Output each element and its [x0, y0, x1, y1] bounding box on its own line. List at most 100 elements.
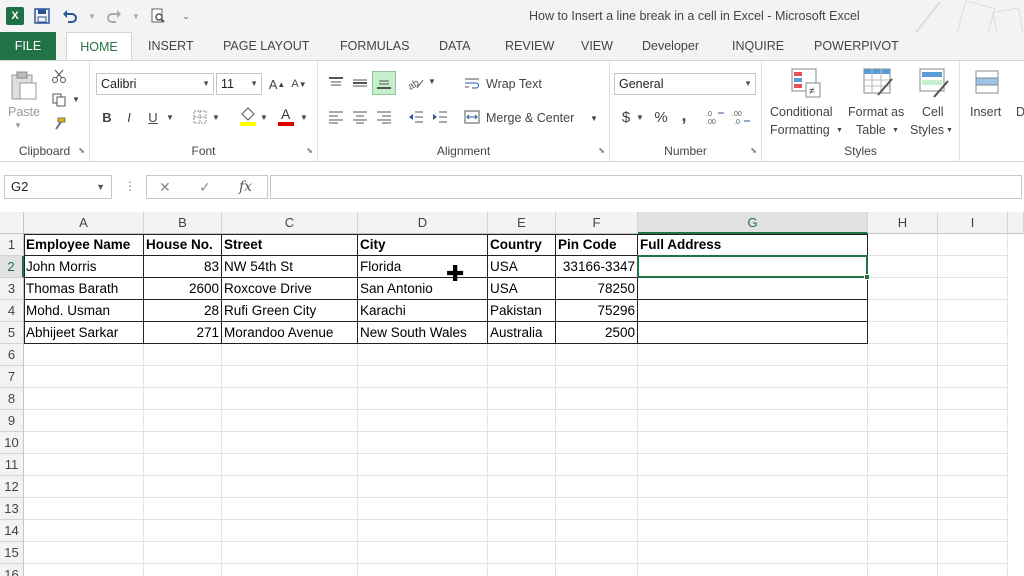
cell-i14[interactable] — [938, 520, 1008, 542]
cell-c1[interactable]: Street — [222, 234, 358, 256]
bold-button[interactable]: B — [98, 107, 116, 127]
orientation-dropdown-icon[interactable]: ▼ — [428, 77, 436, 86]
cell-a6[interactable] — [24, 344, 144, 366]
decrease-decimal-icon[interactable]: .00.0 — [730, 107, 752, 127]
percent-button[interactable]: % — [652, 107, 670, 127]
cell-b16[interactable] — [144, 564, 222, 576]
cell-c12[interactable] — [222, 476, 358, 498]
format-as-table-label[interactable]: Format as — [848, 105, 904, 119]
column-header-i[interactable]: I — [938, 212, 1008, 234]
cell-g13[interactable] — [638, 498, 868, 520]
column-header-f[interactable]: F — [556, 212, 638, 234]
cell-b2[interactable]: 83 — [144, 256, 222, 278]
column-header-c[interactable]: C — [222, 212, 358, 234]
insert-cells-icon[interactable] — [972, 67, 1004, 99]
cell-a11[interactable] — [24, 454, 144, 476]
clipboard-launcher-icon[interactable]: ⬊ — [78, 146, 85, 155]
cell-styles-label-2[interactable]: Styles — [910, 123, 944, 137]
cell-e6[interactable] — [488, 344, 556, 366]
cell-c4[interactable]: Rufi Green City — [222, 300, 358, 322]
formula-input[interactable] — [270, 175, 1022, 199]
cell-h16[interactable] — [868, 564, 938, 576]
undo-dropdown-icon[interactable]: ▼ — [88, 6, 96, 26]
cell-a5[interactable]: Abhijeet Sarkar — [24, 322, 144, 344]
bottom-align-icon[interactable] — [372, 71, 396, 95]
cell-d9[interactable] — [358, 410, 488, 432]
cell-h3[interactable] — [868, 278, 938, 300]
fill-handle[interactable] — [864, 274, 870, 280]
font-size-select[interactable]: 11 ▼ — [216, 73, 262, 95]
cell-i9[interactable] — [938, 410, 1008, 432]
copy-icon[interactable] — [50, 91, 68, 109]
cell-c6[interactable] — [222, 344, 358, 366]
increase-decimal-icon[interactable]: .0.00 — [704, 107, 726, 127]
column-header-a[interactable]: A — [24, 212, 144, 234]
cell-e14[interactable] — [488, 520, 556, 542]
cell-c9[interactable] — [222, 410, 358, 432]
cell-b7[interactable] — [144, 366, 222, 388]
row-header-5[interactable]: 5 — [0, 322, 24, 344]
cell-d5[interactable]: New South Wales — [358, 322, 488, 344]
top-align-icon[interactable] — [326, 73, 346, 93]
cell-a13[interactable] — [24, 498, 144, 520]
cell-a4[interactable]: Mohd. Usman — [24, 300, 144, 322]
row-header-12[interactable]: 12 — [0, 476, 24, 498]
orientation-icon[interactable]: ab — [406, 73, 426, 93]
font-color-icon[interactable]: A — [276, 105, 296, 127]
cell-f11[interactable] — [556, 454, 638, 476]
cell-b15[interactable] — [144, 542, 222, 564]
cell-h5[interactable] — [868, 322, 938, 344]
cell-g9[interactable] — [638, 410, 868, 432]
format-as-table-label-2[interactable]: Table — [856, 123, 886, 137]
cell-d15[interactable] — [358, 542, 488, 564]
column-header-g[interactable]: G — [638, 212, 868, 234]
cell-f4[interactable]: 75296 — [556, 300, 638, 322]
number-format-select[interactable]: General ▼ — [614, 73, 756, 95]
insert-function-icon[interactable]: fx — [239, 176, 252, 198]
cell-i5[interactable] — [938, 322, 1008, 344]
font-color-dropdown-icon[interactable]: ▼ — [300, 113, 308, 122]
increase-font-icon[interactable]: A ▲ — [268, 75, 286, 93]
tab-formulas[interactable]: FORMULAS — [340, 32, 409, 60]
redo-dropdown-icon[interactable]: ▼ — [132, 6, 140, 26]
cell-c15[interactable] — [222, 542, 358, 564]
cell-g7[interactable] — [638, 366, 868, 388]
column-header-d[interactable]: D — [358, 212, 488, 234]
column-header-b[interactable]: B — [144, 212, 222, 234]
cell-b12[interactable] — [144, 476, 222, 498]
currency-button[interactable]: $ — [618, 107, 634, 127]
cell-f13[interactable] — [556, 498, 638, 520]
name-box[interactable]: G2 ▼ — [4, 175, 112, 199]
format-as-table-icon[interactable] — [862, 67, 894, 99]
row-header-6[interactable]: 6 — [0, 344, 24, 366]
cell-i15[interactable] — [938, 542, 1008, 564]
cell-e1[interactable]: Country — [488, 234, 556, 256]
cell-d8[interactable] — [358, 388, 488, 410]
row-header-9[interactable]: 9 — [0, 410, 24, 432]
cell-e2[interactable]: USA — [488, 256, 556, 278]
middle-align-icon[interactable] — [350, 73, 370, 93]
tab-review[interactable]: REVIEW — [505, 32, 554, 60]
fill-color-icon[interactable] — [238, 105, 258, 127]
cell-i4[interactable] — [938, 300, 1008, 322]
row-header-16[interactable]: 16 — [0, 564, 24, 576]
cell-h12[interactable] — [868, 476, 938, 498]
cell-h1[interactable] — [868, 234, 938, 256]
cell-h2[interactable] — [868, 256, 938, 278]
column-header-h[interactable]: H — [868, 212, 938, 234]
cell-d14[interactable] — [358, 520, 488, 542]
tab-page-layout[interactable]: PAGE LAYOUT — [223, 32, 309, 60]
cell-g10[interactable] — [638, 432, 868, 454]
cell-c5[interactable]: Morandoo Avenue — [222, 322, 358, 344]
cell-e8[interactable] — [488, 388, 556, 410]
fill-color-dropdown-icon[interactable]: ▼ — [260, 113, 268, 122]
cell-f7[interactable] — [556, 366, 638, 388]
cell-e16[interactable] — [488, 564, 556, 576]
cell-h6[interactable] — [868, 344, 938, 366]
cell-b4[interactable]: 28 — [144, 300, 222, 322]
cell-f1[interactable]: Pin Code — [556, 234, 638, 256]
cell-i6[interactable] — [938, 344, 1008, 366]
cell-g4[interactable] — [638, 300, 868, 322]
cell-h13[interactable] — [868, 498, 938, 520]
cell-styles-label[interactable]: Cell — [922, 105, 944, 119]
